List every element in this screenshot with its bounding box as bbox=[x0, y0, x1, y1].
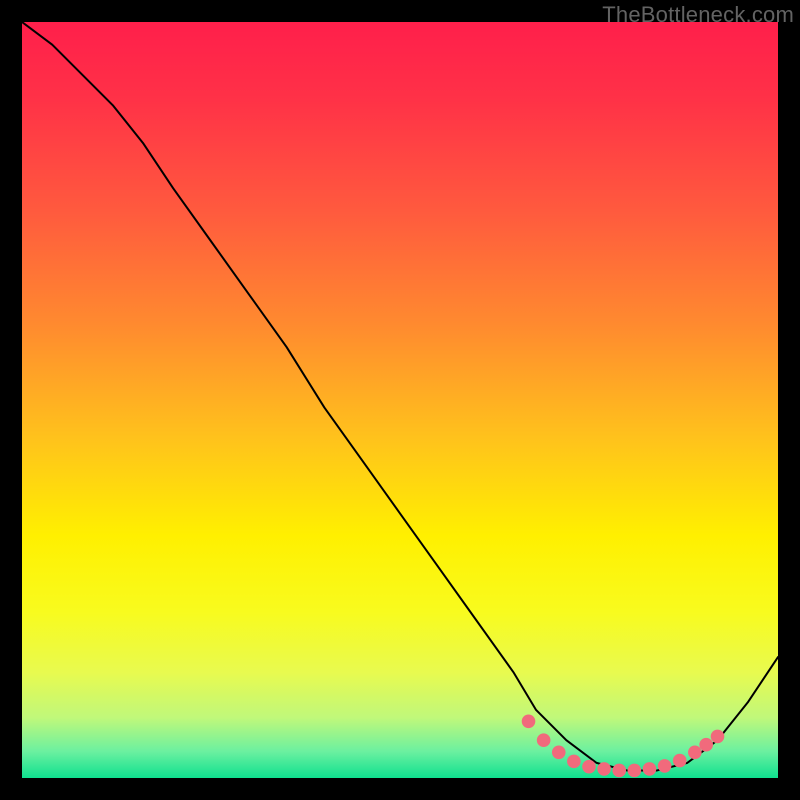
chart-svg bbox=[22, 22, 778, 778]
valley-dot bbox=[522, 714, 536, 728]
curve-line bbox=[22, 22, 778, 770]
valley-dot bbox=[711, 730, 725, 744]
valley-dot bbox=[612, 764, 626, 778]
valley-dot bbox=[567, 755, 581, 769]
valley-dots-group bbox=[522, 714, 725, 777]
valley-dot bbox=[643, 762, 657, 776]
valley-dot bbox=[537, 733, 551, 747]
valley-dot bbox=[582, 760, 596, 774]
valley-dot bbox=[688, 745, 702, 759]
valley-dot bbox=[628, 764, 642, 778]
valley-dot bbox=[597, 762, 611, 776]
valley-dot bbox=[699, 738, 713, 752]
chart-frame: TheBottleneck.com bbox=[0, 0, 800, 800]
valley-dot bbox=[658, 759, 672, 773]
valley-dot bbox=[673, 754, 687, 768]
plot-area bbox=[22, 22, 778, 778]
valley-dot bbox=[552, 745, 566, 759]
